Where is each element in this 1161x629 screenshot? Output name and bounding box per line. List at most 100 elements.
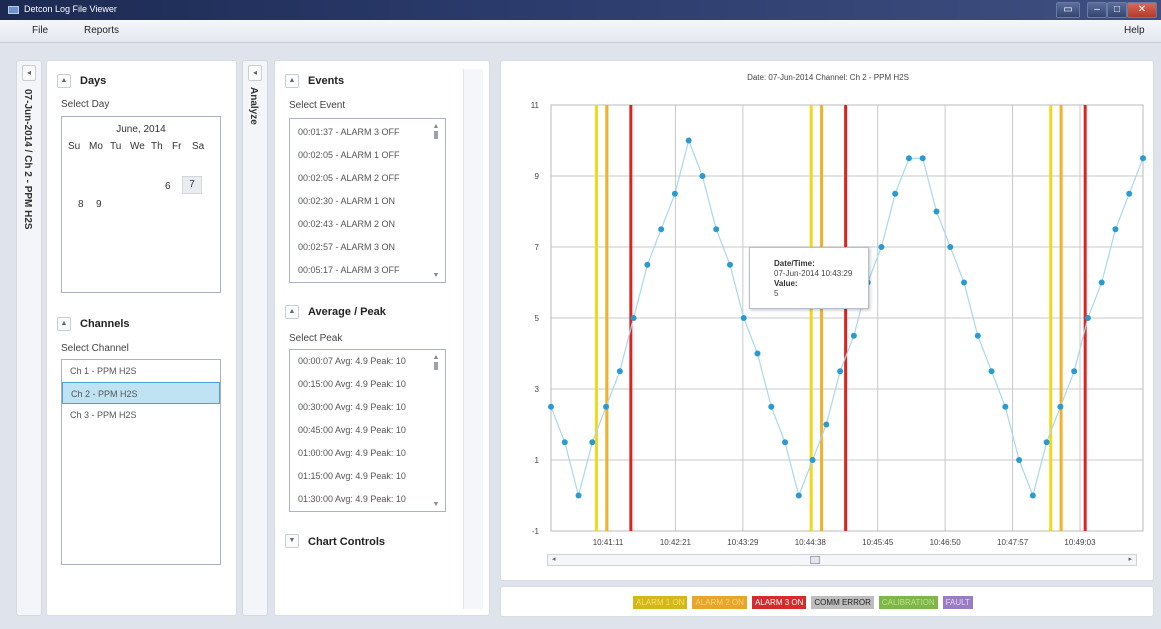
data-point: [1057, 403, 1064, 410]
calendar-day[interactable]: 8: [78, 199, 84, 210]
calendar: June, 2014 Su Mo Tu We Th Fr Sa 6 7 8 9: [61, 116, 221, 293]
x-tick-label: 10:43:29: [727, 538, 759, 547]
event-item[interactable]: 00:02:05 - ALARM 2 OFF: [290, 167, 445, 190]
event-scrollbar[interactable]: ▲ ▼: [430, 123, 442, 279]
scroll-up-icon[interactable]: ▲: [430, 354, 442, 361]
collapse-left-button[interactable]: ◂: [22, 65, 36, 81]
minimize-button[interactable]: –: [1087, 2, 1107, 18]
y-tick-label: 11: [531, 101, 540, 110]
data-point: [1112, 226, 1119, 233]
scroll-left-icon[interactable]: ◂: [552, 555, 556, 563]
channels-title: Channels: [80, 318, 130, 330]
event-item[interactable]: 00:05:17 - ALARM 3 OFF: [290, 259, 445, 282]
data-point: [823, 421, 830, 428]
scroll-thumb[interactable]: [434, 362, 438, 370]
event-item[interactable]: 00:02:05 - ALARM 1 OFF: [290, 144, 445, 167]
event-item[interactable]: 00:02:57 - ALARM 3 ON: [290, 236, 445, 259]
analyze-panel: ▲ Events Select Event 00:01:37 - ALARM 3…: [274, 60, 490, 616]
scroll-right-icon[interactable]: ▸: [1128, 555, 1132, 563]
menu-bar: File Reports Help: [0, 20, 1161, 43]
peak-item[interactable]: 00:30:00 Avg: 4.9 Peak: 10: [290, 396, 445, 418]
legend: ALARM 1 ON ALARM 2 ON ALARM 3 ON COMM ERROR…: [633, 596, 978, 609]
menu-reports[interactable]: Reports: [84, 25, 119, 36]
peak-item[interactable]: 00:15:00 Avg: 4.9 Peak: 10: [290, 373, 445, 395]
data-point: [1140, 155, 1146, 162]
calendar-day-selected[interactable]: 7: [182, 176, 202, 194]
channel-list: Ch 1 - PPM H2S Ch 2 - PPM H2S Ch 3 - PPM…: [61, 359, 221, 565]
calendar-month: June, 2014: [116, 124, 166, 135]
data-point: [616, 368, 623, 375]
menu-help[interactable]: Help: [1124, 25, 1145, 36]
y-tick-label: 5: [535, 314, 540, 323]
x-tick-label: 10:46:50: [930, 538, 962, 547]
days-toggle-button[interactable]: ▲: [57, 74, 71, 88]
weekday: We: [130, 141, 145, 152]
weekday: Fr: [172, 141, 182, 152]
peak-list: 00:00:07 Avg: 4.9 Peak: 10 00:15:00 Avg:…: [289, 349, 446, 512]
channel-item[interactable]: Ch 3 - PPM H2S: [62, 404, 220, 426]
data-point: [961, 279, 968, 286]
data-point: [947, 244, 954, 250]
calendar-day[interactable]: 9: [96, 199, 102, 210]
data-point: [726, 261, 733, 268]
restore-icon[interactable]: ▭: [1056, 2, 1080, 18]
chart-controls-title: Chart Controls: [308, 536, 385, 548]
scroll-down-icon[interactable]: ▼: [430, 272, 442, 279]
chart-controls-toggle-button[interactable]: ▼: [285, 534, 299, 548]
peak-item[interactable]: 01:30:00 Avg: 4.9 Peak: 10: [290, 488, 445, 510]
select-day-label: Select Day: [61, 99, 110, 110]
data-point: [575, 492, 582, 499]
weekday: Tu: [110, 141, 122, 152]
close-button[interactable]: ✕: [1127, 2, 1157, 18]
chart-scrollbar[interactable]: ◂ ▸: [547, 554, 1137, 566]
peak-scrollbar[interactable]: ▲ ▼: [430, 354, 442, 508]
scroll-up-icon[interactable]: ▲: [430, 123, 442, 130]
analyze-sidebar: ◂ Analyze: [242, 60, 268, 616]
data-point: [1071, 368, 1078, 375]
scroll-thumb[interactable]: [810, 556, 820, 564]
chart-panel: Date: 07-Jun-2014 Channel: Ch 2 - PPM H2…: [500, 60, 1154, 581]
data-point: [782, 439, 789, 446]
data-point: [837, 368, 844, 375]
scroll-down-icon[interactable]: ▼: [430, 501, 442, 508]
event-item[interactable]: 00:01:37 - ALARM 3 OFF: [290, 121, 445, 144]
event-list: 00:01:37 - ALARM 3 OFF 00:02:05 - ALARM …: [289, 118, 446, 283]
event-item[interactable]: 00:02:43 - ALARM 2 ON: [290, 213, 445, 236]
maximize-button[interactable]: □: [1107, 2, 1127, 18]
events-title: Events: [308, 75, 345, 87]
peak-item[interactable]: 01:15:00 Avg: 4.9 Peak: 10: [290, 465, 445, 487]
calendar-day[interactable]: 6: [165, 181, 171, 192]
data-point: [603, 403, 610, 410]
title-bar: Detcon Log File Viewer ▭ – □ ✕: [0, 0, 1161, 20]
channel-item-selected[interactable]: Ch 2 - PPM H2S: [62, 382, 220, 404]
data-point: [644, 261, 651, 268]
data-point: [658, 226, 665, 233]
events-toggle-button[interactable]: ▲: [285, 74, 299, 88]
data-point: [878, 244, 885, 250]
legend-calibration: CALIBRATION: [878, 596, 938, 609]
data-point: [919, 155, 926, 162]
average-peak-title: Average / Peak: [308, 306, 386, 318]
x-tick-label: 10:47:57: [997, 538, 1029, 547]
channel-item[interactable]: Ch 1 - PPM H2S: [62, 360, 220, 382]
select-peak-label: Select Peak: [289, 333, 343, 344]
data-point: [548, 403, 554, 410]
peak-item[interactable]: 00:00:07 Avg: 4.9 Peak: 10: [290, 350, 445, 372]
x-tick-label: 10:49:03: [1064, 538, 1096, 547]
scroll-thumb[interactable]: [434, 131, 438, 139]
data-point: [768, 403, 775, 410]
average-peak-toggle-button[interactable]: ▲: [285, 305, 299, 319]
chart-svg[interactable]: Date: 07-Jun-2014 Channel: Ch 2 - PPM H2…: [501, 61, 1155, 582]
event-item[interactable]: 00:02:30 - ALARM 1 ON: [290, 190, 445, 213]
peak-item[interactable]: 01:00:00 Avg: 4.9 Peak: 10: [290, 442, 445, 464]
data-point: [795, 492, 802, 499]
tooltip-datetime-label: Date/Time:: [774, 259, 815, 268]
collapse-analyze-button[interactable]: ◂: [248, 65, 262, 81]
peak-item[interactable]: 00:45:00 Avg: 4.9 Peak: 10: [290, 419, 445, 441]
channels-toggle-button[interactable]: ▲: [57, 317, 71, 331]
data-point: [850, 332, 857, 339]
menu-file[interactable]: File: [32, 25, 48, 36]
y-tick-label: 7: [535, 243, 540, 252]
panel-scrollbar[interactable]: [463, 69, 483, 609]
data-point: [905, 155, 912, 162]
